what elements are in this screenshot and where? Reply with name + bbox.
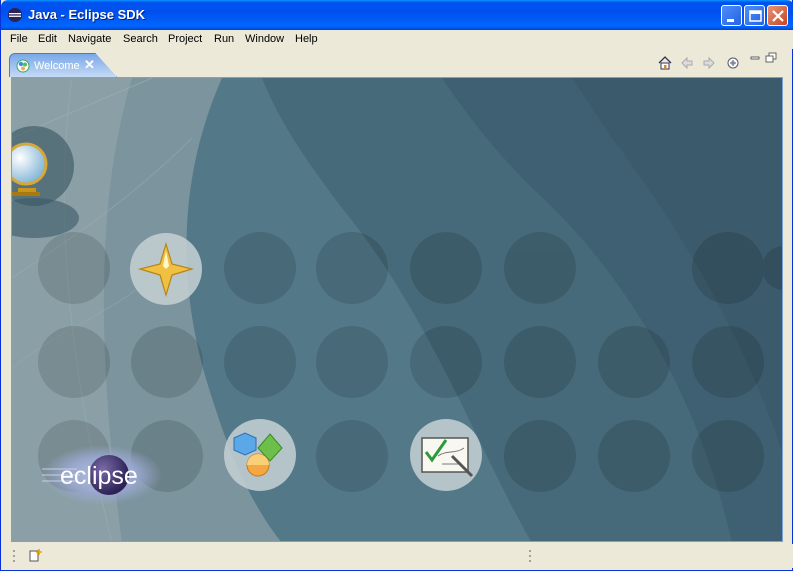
close-button[interactable] xyxy=(767,5,788,26)
tutorials-icon xyxy=(421,437,474,478)
back-icon[interactable] xyxy=(679,55,695,71)
status-bar xyxy=(2,544,793,568)
menu-edit[interactable]: Edit xyxy=(38,33,57,45)
welcome-page: eclipse xyxy=(11,77,783,542)
status-divider-icon xyxy=(529,550,531,562)
fast-view-icon[interactable] xyxy=(28,547,44,563)
tab-close-icon[interactable]: ✕ xyxy=(84,57,95,73)
close-icon xyxy=(772,10,784,22)
status-grip-icon xyxy=(13,550,15,562)
menu-bar: File Edit Navigate Search Project Run Wi… xyxy=(2,30,793,49)
maximize-button[interactable] xyxy=(744,5,765,26)
whats-new-link[interactable] xyxy=(130,233,202,305)
eclipse-logo-icon xyxy=(8,8,22,22)
restore-view-icon[interactable] xyxy=(765,52,777,64)
welcome-background: eclipse xyxy=(12,78,782,541)
welcome-icon xyxy=(16,59,30,73)
title-bar[interactable]: Java - Eclipse SDK xyxy=(1,0,793,30)
menu-file[interactable]: File xyxy=(10,33,28,45)
eclipse-window: Java - Eclipse SDK File Edit Navigate Se… xyxy=(0,0,793,571)
minimize-view-icon[interactable] xyxy=(749,52,761,64)
menu-navigate[interactable]: Navigate xyxy=(68,33,111,45)
eclipse-logo: eclipse xyxy=(42,445,162,505)
menu-search[interactable]: Search xyxy=(123,33,158,45)
tab-welcome[interactable]: Welcome ✕ xyxy=(9,53,117,77)
menu-window[interactable]: Window xyxy=(245,33,284,45)
customize-icon[interactable] xyxy=(725,55,741,71)
editor-tab-row: Welcome ✕ xyxy=(9,51,786,77)
forward-icon[interactable] xyxy=(701,55,717,71)
minimize-button[interactable] xyxy=(721,5,742,26)
minimize-icon xyxy=(727,19,734,22)
menu-help[interactable]: Help xyxy=(295,33,318,45)
home-icon[interactable] xyxy=(657,55,673,71)
menu-run[interactable]: Run xyxy=(214,33,234,45)
maximize-icon xyxy=(749,10,762,22)
tutorials-link[interactable] xyxy=(410,419,482,491)
window-title: Java - Eclipse SDK xyxy=(28,7,146,22)
tab-welcome-label: Welcome xyxy=(34,60,80,72)
samples-link[interactable] xyxy=(224,419,296,491)
menu-project[interactable]: Project xyxy=(168,33,202,45)
eclipse-logo-text: eclipse xyxy=(60,462,138,490)
